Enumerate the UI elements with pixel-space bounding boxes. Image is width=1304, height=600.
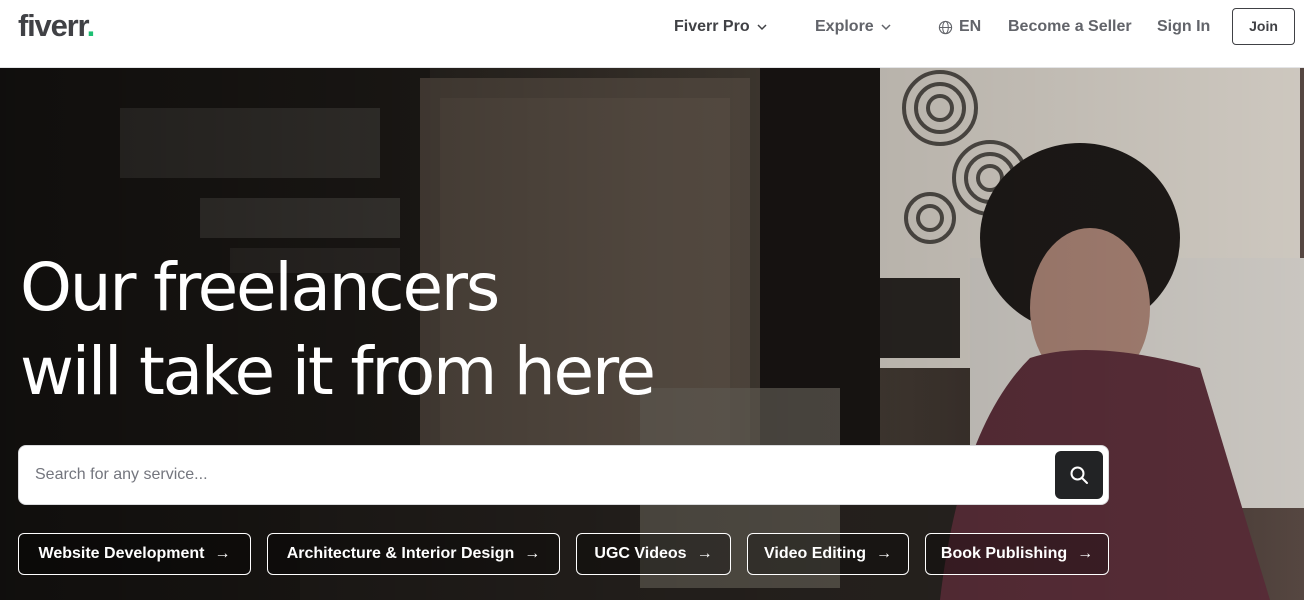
chip-label: UGC Videos bbox=[594, 545, 687, 562]
logo-dot: . bbox=[86, 8, 96, 43]
chip-label: Book Publishing bbox=[940, 545, 1068, 562]
nav-fiverr-pro-label: Fiverr Pro bbox=[674, 18, 750, 35]
fiverr-logo[interactable]: fiverr. bbox=[18, 8, 96, 44]
nav-explore[interactable]: Explore bbox=[815, 16, 892, 38]
join-button[interactable]: Join bbox=[1232, 8, 1295, 45]
search-icon bbox=[1070, 466, 1088, 484]
nav-become-seller-label: Become a Seller bbox=[1008, 18, 1132, 35]
category-chip-website-development[interactable]: Website Development → bbox=[18, 533, 251, 575]
category-chip-architecture-interior-design[interactable]: Architecture & Interior Design → bbox=[267, 533, 560, 575]
nav-sign-in-label: Sign In bbox=[1157, 18, 1211, 35]
arrow-right-icon: → bbox=[1077, 545, 1094, 562]
chevron-down-icon bbox=[881, 24, 891, 31]
chip-label: Architecture & Interior Design bbox=[286, 545, 515, 562]
search-bar bbox=[18, 445, 1109, 505]
hero-heading-line2: will take it from here bbox=[20, 333, 656, 410]
nav-fiverr-pro[interactable]: Fiverr Pro bbox=[674, 16, 768, 38]
globe-icon bbox=[938, 20, 953, 34]
chevron-down-icon bbox=[757, 24, 767, 31]
hero-heading-line1: Our freelancers bbox=[20, 249, 500, 326]
hero-section: Our freelancers will take it from here W… bbox=[0, 68, 1304, 600]
search-button[interactable] bbox=[1055, 451, 1103, 499]
search-input[interactable] bbox=[35, 446, 1055, 504]
arrow-right-icon: → bbox=[875, 545, 892, 562]
top-navigation-bar: fiverr. Fiverr Pro Explore EN Become a S… bbox=[0, 0, 1304, 68]
nav-become-seller[interactable]: Become a Seller bbox=[1008, 16, 1132, 38]
nav-sign-in[interactable]: Sign In bbox=[1157, 16, 1210, 38]
chip-label: Website Development bbox=[38, 545, 205, 562]
category-chip-ugc-videos[interactable]: UGC Videos → bbox=[576, 533, 731, 575]
arrow-right-icon: → bbox=[696, 545, 713, 562]
nav-explore-label: Explore bbox=[815, 18, 874, 35]
hero-heading: Our freelancers will take it from here bbox=[20, 246, 656, 414]
logo-text: fiverr bbox=[18, 8, 88, 43]
chip-label: Video Editing bbox=[764, 545, 866, 562]
nav-language-label: EN bbox=[959, 18, 982, 35]
arrow-right-icon: → bbox=[214, 545, 231, 562]
category-chip-book-publishing[interactable]: Book Publishing → bbox=[925, 533, 1109, 575]
category-chip-video-editing[interactable]: Video Editing → bbox=[747, 533, 909, 575]
nav-language[interactable]: EN bbox=[938, 16, 981, 38]
arrow-right-icon: → bbox=[524, 545, 541, 562]
